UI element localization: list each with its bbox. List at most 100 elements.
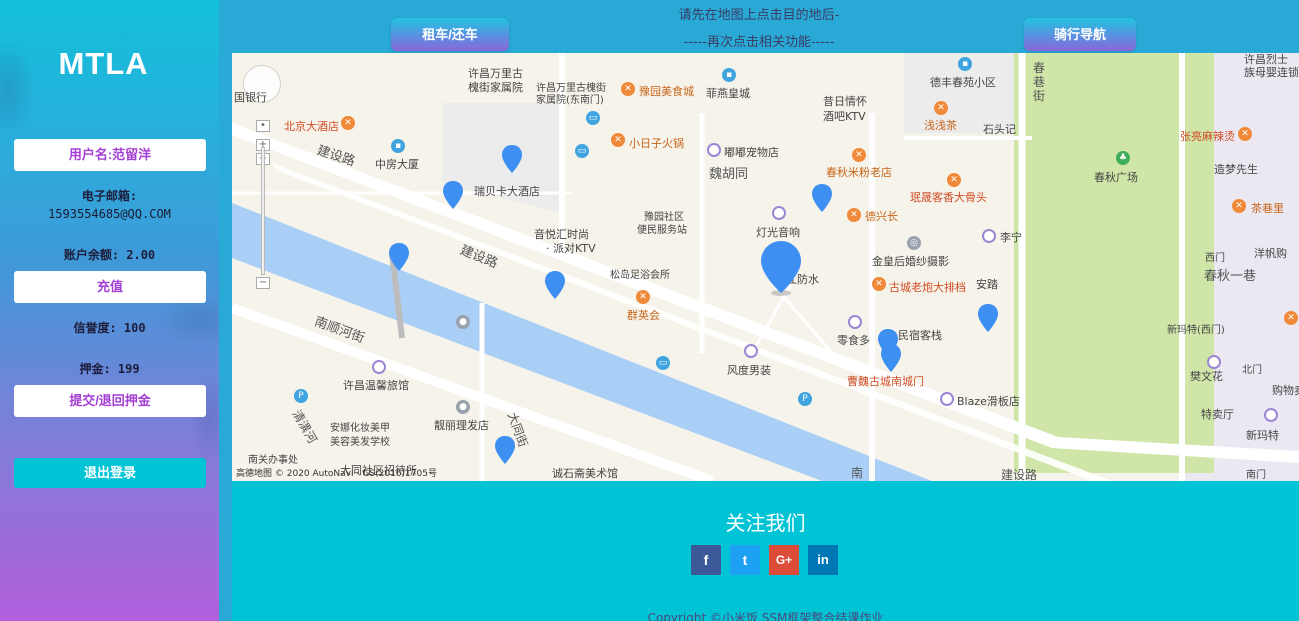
- map-label: 珉晟客香大骨头: [910, 191, 987, 204]
- map-label: 造梦先生: [1214, 163, 1258, 176]
- map-label: 茶巷里: [1251, 202, 1284, 215]
- email-value: 1593554685@QQ.COM: [48, 207, 171, 221]
- map-label: 瑞贝卡大酒店: [474, 185, 540, 198]
- map-label: 樊文花: [1190, 370, 1223, 383]
- shop-icon: [982, 229, 996, 243]
- map-label: 德丰春苑小区: [930, 76, 996, 89]
- service-icon: ●: [456, 315, 470, 329]
- google-plus-icon[interactable]: G+: [769, 545, 799, 575]
- bike-marker[interactable]: [881, 344, 901, 374]
- map-label: 新玛特: [1246, 429, 1279, 442]
- recharge-button[interactable]: 充值: [14, 271, 206, 303]
- parking-icon: P: [294, 389, 308, 403]
- bike-marker[interactable]: [389, 243, 409, 273]
- copyright-text: Copyright ©小米饭 SSM框架整合结课作业: [647, 611, 884, 621]
- hint-line-1: 请先在地图上点击目的地后-: [678, 8, 840, 23]
- map-label: 中房大厦: [375, 158, 419, 171]
- map-label: 安踏: [976, 278, 998, 291]
- building-icon: ▪: [958, 57, 972, 71]
- sidebar: MTLA 用户名:范留洋 电子邮箱: 1593554685@QQ.COM 账户余…: [0, 0, 219, 621]
- restaurant-icon: ✕: [611, 133, 625, 147]
- map-label: 菲燕皇城: [706, 87, 750, 100]
- hint-line-2: -----再次点击相关功能-----: [683, 35, 835, 50]
- username-button[interactable]: 用户名:范留洋: [14, 139, 206, 171]
- restaurant-icon: ✕: [852, 148, 866, 162]
- map-label: 石头记: [983, 123, 1016, 136]
- map-label: 零食多: [837, 334, 870, 347]
- road-label: 春秋一巷: [1204, 269, 1257, 284]
- map-label: 松岛足浴会所: [610, 270, 670, 281]
- map-label: 春秋广场: [1094, 171, 1138, 184]
- zoom-out-button[interactable]: −: [256, 277, 270, 289]
- restaurant-icon: ✕: [1238, 127, 1252, 141]
- follow-us-title: 关注我们: [725, 511, 806, 535]
- map-label: 安娜化妆美甲: [330, 423, 390, 434]
- map-label: 许昌温馨旅馆: [343, 379, 409, 392]
- credit-text: 信誉度: 100: [73, 321, 146, 335]
- logout-button[interactable]: 退出登录: [14, 458, 206, 488]
- bike-marker[interactable]: [502, 145, 522, 175]
- zoom-slider-track[interactable]: [261, 147, 265, 275]
- shop-icon: [1207, 355, 1221, 369]
- deposit-button[interactable]: 提交/退回押金: [14, 385, 206, 417]
- twitter-icon[interactable]: t: [730, 545, 760, 575]
- map-label: 北门: [1242, 365, 1262, 376]
- map-label: 西门: [1205, 253, 1225, 264]
- footer: 关注我们 f t G+ in Copyright ©小米饭 SSM框架整合结课作…: [232, 481, 1299, 621]
- facebook-icon[interactable]: f: [691, 545, 721, 575]
- top-toolbar: 租车/还车 请先在地图上点击目的地后- -----再次点击相关功能----- 骑…: [219, 0, 1299, 53]
- bike-marker[interactable]: [978, 304, 998, 334]
- building-icon: ▪: [391, 139, 405, 153]
- ride-navigation-button[interactable]: 骑行导航: [1024, 18, 1136, 51]
- balance-text: 账户余额: 2.00: [63, 248, 156, 262]
- shop-icon: [848, 315, 862, 329]
- social-links: f t G+ in: [691, 545, 838, 575]
- shop-icon: [1264, 408, 1278, 422]
- road-label: 春巷街: [1033, 61, 1046, 103]
- map-label: 群英会: [627, 309, 660, 322]
- map-label: 风度男装: [727, 364, 771, 377]
- bike-marker[interactable]: [812, 184, 832, 214]
- map-label: 洋帆购: [1254, 247, 1287, 260]
- bus-stop-icon: ▭: [586, 111, 600, 125]
- camera-icon: ◎: [907, 236, 921, 250]
- map-canvas[interactable]: • + − − 许昌万里古 槐街家属院 许昌万里古槐街 家属院(东南门) 豫园美…: [232, 53, 1299, 481]
- map-label: 南门: [1246, 470, 1266, 481]
- map-label: 民宿客栈: [898, 329, 942, 342]
- shop-icon: [372, 360, 386, 374]
- map-label: 张亮麻辣烫: [1180, 130, 1235, 143]
- locate-button[interactable]: •: [256, 120, 270, 132]
- map-label: 春秋米粉老店: [826, 166, 892, 179]
- map-label: 小日子火锅: [629, 137, 684, 150]
- map-label: 南关办事处: [248, 455, 298, 466]
- restaurant-icon: ✕: [934, 101, 948, 115]
- linkedin-icon[interactable]: in: [808, 545, 838, 575]
- shop-icon: [772, 206, 786, 220]
- map-label: 浅浅茶: [924, 119, 957, 132]
- restaurant-icon: ✕: [847, 208, 861, 222]
- parking-icon: P: [798, 392, 812, 406]
- map-label: 酒吧KTV: [823, 110, 866, 123]
- map-label: 美容美发学校: [330, 437, 390, 448]
- bike-marker[interactable]: [443, 181, 463, 211]
- restaurant-icon: ✕: [636, 290, 650, 304]
- map-label: · 派对KTV: [546, 242, 596, 255]
- map-label: 昔日情怀: [823, 95, 867, 108]
- map-label: 新玛特(西门): [1167, 325, 1225, 336]
- bus-stop-icon: ▭: [656, 356, 670, 370]
- bike-marker[interactable]: [545, 271, 565, 301]
- restaurant-icon: ✕: [872, 277, 886, 291]
- map-label: 李宁: [1000, 231, 1022, 244]
- email-label: 电子邮箱:: [81, 189, 138, 203]
- bike-marker[interactable]: [495, 436, 515, 466]
- road-label: 南: [851, 466, 864, 480]
- building-icon: ▪: [722, 68, 736, 82]
- map-label: 豫园美食城: [639, 85, 694, 98]
- restaurant-icon: ✕: [947, 173, 961, 187]
- deposit-text: 押金: 199: [79, 362, 140, 376]
- selected-location-marker[interactable]: [761, 241, 801, 297]
- map-label: 金皇后婚纱摄影: [872, 255, 949, 268]
- map-label: 德兴长: [865, 210, 898, 223]
- map-label: 灯光音响: [756, 226, 800, 239]
- road-label: 魏胡同: [709, 167, 749, 182]
